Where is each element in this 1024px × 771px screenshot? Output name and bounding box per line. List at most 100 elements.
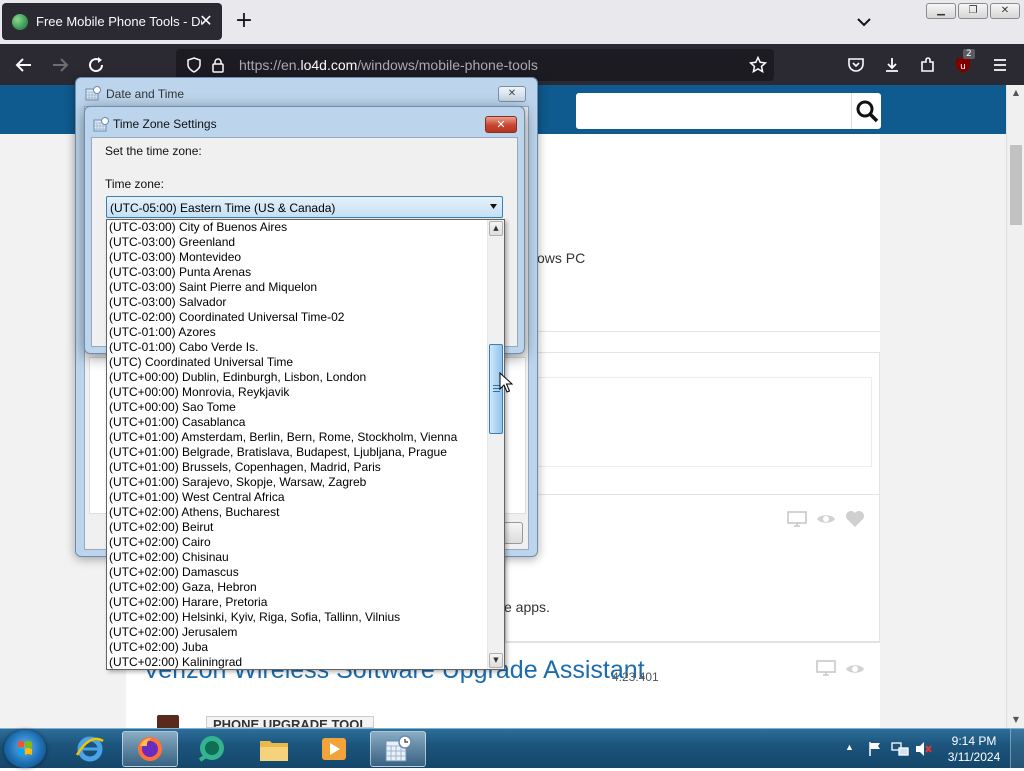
time-zone-option[interactable]: (UTC-03:00) Salvador — [107, 295, 488, 310]
start-button-windows-icon[interactable] — [4, 730, 46, 768]
time-zone-select[interactable]: (UTC-05:00) Eastern Time (US & Canada) — [106, 196, 503, 218]
time-zone-selected-value: (UTC-05:00) Eastern Time (US & Canada) — [110, 201, 336, 215]
search-icon[interactable] — [851, 93, 881, 129]
time-zone-list-scrollbar[interactable]: ▲ ▼ — [487, 220, 504, 669]
forward-arrow-icon[interactable] — [48, 53, 72, 77]
mouse-cursor-icon — [499, 372, 513, 393]
calendar-clock-icon — [93, 117, 109, 136]
new-tab-button[interactable]: + — [232, 10, 256, 34]
scroll-up-arrow-icon[interactable]: ▲ — [1007, 85, 1024, 101]
page-scroll-thumb[interactable] — [1010, 145, 1022, 225]
snippet-platform-text: ows PC — [537, 250, 586, 266]
time-zone-option[interactable]: (UTC+02:00) Jerusalem — [107, 625, 488, 640]
tab-title: Free Mobile Phone Tools - Dow — [36, 14, 202, 29]
favorite-heart-icon[interactable] — [845, 510, 865, 531]
divider — [505, 494, 880, 495]
padlock-icon[interactable] — [206, 53, 230, 77]
time-zone-option[interactable]: (UTC+00:00) Dublin, Edinburgh, Lisbon, L… — [107, 370, 488, 385]
time-zone-option[interactable]: (UTC+02:00) Juba — [107, 640, 488, 655]
show-desktop-button[interactable] — [1010, 729, 1024, 769]
time-zone-label: Time zone: — [105, 177, 164, 191]
time-zone-option[interactable]: (UTC+01:00) West Central Africa — [107, 490, 488, 505]
page-scrollbar[interactable]: ▲ ▼ — [1006, 85, 1024, 728]
time-zone-option[interactable]: (UTC+01:00) Brussels, Copenhagen, Madrid… — [107, 460, 488, 475]
time-zone-option[interactable]: (UTC-02:00) Coordinated Universal Time-0… — [107, 310, 488, 325]
scroll-down-arrow-icon[interactable]: ▼ — [1007, 712, 1024, 728]
desktop-platform-icon — [816, 660, 836, 679]
time-zone-option[interactable]: (UTC+01:00) Sarajevo, Skopje, Warsaw, Za… — [107, 475, 488, 490]
time-zone-option[interactable]: (UTC-03:00) Punta Arenas — [107, 265, 488, 280]
site-search-input[interactable] — [576, 93, 881, 129]
time-zone-option[interactable]: (UTC+01:00) Casablanca — [107, 415, 488, 430]
back-arrow-icon[interactable] — [12, 53, 36, 77]
time-zone-option[interactable]: (UTC+01:00) Amsterdam, Berlin, Bern, Rom… — [107, 430, 488, 445]
downloads-icon[interactable] — [880, 53, 904, 77]
scroll-up-arrow-icon[interactable]: ▲ — [489, 221, 503, 236]
url-text: https://en.lo4d.com/windows/mobile-phone… — [239, 57, 538, 73]
time-zone-option[interactable]: (UTC+02:00) Damascus — [107, 565, 488, 580]
time-zone-settings-title: Time Zone Settings — [113, 117, 217, 131]
time-zone-options: (UTC-03:00) City of Buenos Aires (UTC-03:… — [107, 220, 488, 669]
clock-time[interactable]: 9:14 PM — [946, 734, 1002, 748]
time-zone-option[interactable]: (UTC+00:00) Monrovia, Reykjavik — [107, 385, 488, 400]
time-zone-option[interactable]: (UTC+02:00) Gaza, Hebron — [107, 580, 488, 595]
browser-tab-bar: Free Mobile Phone Tools - Dow ✕ + ▁ ❐ ✕ — [0, 0, 1024, 44]
window-close-button[interactable]: ✕ — [990, 3, 1020, 19]
time-zone-option[interactable]: (UTC+01:00) Belgrade, Bratislava, Budape… — [107, 445, 488, 460]
volume-muted-icon[interactable] — [915, 741, 933, 760]
date-and-time-close-button[interactable]: ✕ — [498, 86, 526, 102]
network-icon[interactable] — [891, 741, 909, 760]
time-zone-option[interactable]: (UTC-03:00) Greenland — [107, 235, 488, 250]
taskbar-internet-explorer-icon[interactable] — [62, 731, 118, 767]
time-zone-option[interactable]: (UTC+02:00) Chisinau — [107, 550, 488, 565]
desktop-platform-icon — [787, 511, 807, 530]
views-eye-icon — [845, 662, 865, 679]
bookmark-star-icon[interactable] — [746, 53, 770, 77]
site-favicon-icon — [12, 13, 28, 30]
tracking-protection-shield-icon[interactable] — [182, 53, 206, 77]
app-version: 4.23.401 — [612, 670, 659, 684]
time-zone-option[interactable]: (UTC+02:00) Beirut — [107, 520, 488, 535]
taskbar-media-player-icon[interactable] — [306, 731, 362, 767]
app-card-inner — [505, 377, 872, 467]
reload-icon[interactable] — [84, 53, 108, 77]
pocket-icon[interactable] — [844, 53, 868, 77]
time-zone-dropdown-list[interactable]: (UTC-03:00) City of Buenos Aires (UTC-03:… — [106, 219, 505, 670]
clock-date[interactable]: 3/11/2024 — [944, 750, 1004, 764]
window-minimize-button[interactable]: ▁ — [926, 3, 956, 19]
action-center-flag-icon[interactable] — [867, 741, 883, 760]
time-zone-option[interactable]: (UTC+02:00) Cairo — [107, 535, 488, 550]
time-zone-option[interactable]: (UTC+00:00) Sao Tome — [107, 400, 488, 415]
time-zone-option[interactable]: (UTC+02:00) Harare, Pretoria — [107, 595, 488, 610]
app-thumbnail[interactable] — [157, 715, 179, 728]
dropdown-arrow-icon[interactable] — [489, 202, 498, 211]
time-zone-option[interactable]: (UTC+02:00) Kaliningrad — [107, 655, 488, 669]
taskbar-firefox-icon[interactable] — [122, 731, 178, 767]
window-restore-button[interactable]: ❐ — [958, 3, 988, 19]
time-zone-option[interactable]: (UTC-01:00) Cabo Verde Is. — [107, 340, 488, 355]
time-zone-settings-close-button[interactable]: ✕ — [485, 116, 517, 133]
windows-taskbar: ▲ 9:14 PM 3/11/2024 — [0, 728, 1024, 769]
show-hidden-icons-arrow-icon[interactable]: ▲ — [845, 742, 854, 752]
taskbar-file-explorer-icon[interactable] — [246, 731, 302, 767]
extensions-puzzle-icon[interactable] — [916, 53, 940, 77]
list-all-tabs-chevron-icon[interactable] — [853, 11, 875, 33]
calendar-clock-icon — [85, 86, 101, 105]
time-zone-option[interactable]: (UTC-01:00) Azores — [107, 325, 488, 340]
taskbar-chat-app-icon[interactable] — [184, 731, 240, 767]
tab-close-icon[interactable]: ✕ — [196, 11, 216, 31]
time-zone-option[interactable]: (UTC) Coordinated Universal Time — [107, 355, 488, 370]
time-zone-option[interactable]: (UTC-03:00) City of Buenos Aires — [107, 220, 488, 235]
svg-text:u: u — [960, 62, 966, 72]
time-zone-option[interactable]: (UTC+02:00) Athens, Bucharest — [107, 505, 488, 520]
scroll-down-arrow-icon[interactable]: ▼ — [489, 653, 503, 668]
views-eye-icon — [816, 512, 836, 529]
hamburger-menu-icon[interactable] — [988, 53, 1012, 77]
ublock-origin-icon[interactable]: u 2 — [951, 49, 975, 77]
taskbar-date-time-icon[interactable] — [370, 731, 426, 767]
time-zone-option[interactable]: (UTC+02:00) Helsinki, Kyiv, Riga, Sofia,… — [107, 610, 488, 625]
time-zone-option[interactable]: (UTC-03:00) Montevideo — [107, 250, 488, 265]
browser-tab-active[interactable]: Free Mobile Phone Tools - Dow ✕ — [2, 3, 222, 40]
category-tag[interactable]: PHONE UPGRADE TOOL — [206, 716, 375, 728]
time-zone-option[interactable]: (UTC-03:00) Saint Pierre and Miquelon — [107, 280, 488, 295]
